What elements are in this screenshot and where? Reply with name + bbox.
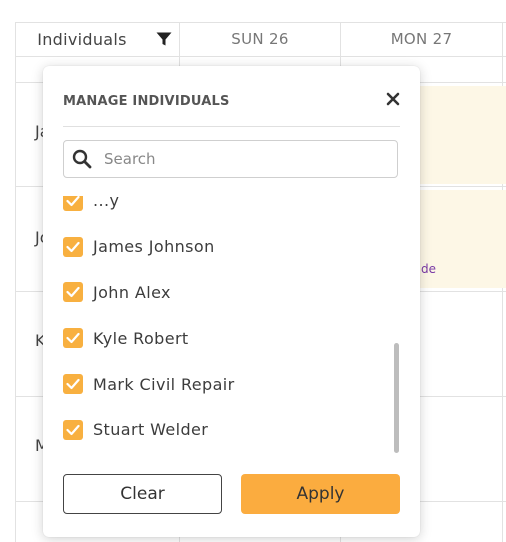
checkbox[interactable] <box>63 328 83 349</box>
checkbox[interactable] <box>63 419 83 440</box>
list-item-label: Kyle Robert <box>93 328 189 348</box>
check-icon <box>66 196 80 206</box>
column-header-sun-26: SUN 26 <box>231 30 289 48</box>
check-icon <box>66 241 80 252</box>
list-item[interactable]: Stuart Welder <box>58 407 398 453</box>
divider <box>63 126 400 127</box>
list-item[interactable]: Kyle Robert <box>58 315 398 361</box>
checkbox[interactable] <box>63 282 83 303</box>
check-icon <box>66 424 80 435</box>
checkbox[interactable] <box>63 196 83 211</box>
list-item-label: Mark Civil Repair <box>93 374 235 394</box>
individuals-list[interactable]: ...y James Johnson John Alex Kyle Robert… <box>58 196 398 458</box>
scrollbar-thumb[interactable] <box>394 343 399 453</box>
list-item-label: James Johnson <box>93 237 215 257</box>
search-input[interactable] <box>102 149 386 169</box>
manage-individuals-modal: MANAGE INDIVIDUALS ...y <box>43 66 420 537</box>
close-icon <box>386 92 400 106</box>
check-icon <box>66 378 80 390</box>
list-item[interactable]: James Johnson <box>58 224 398 270</box>
list-item[interactable]: Mark Civil Repair <box>58 361 398 407</box>
check-icon <box>66 287 80 298</box>
clear-button[interactable]: Clear <box>63 474 222 514</box>
individuals-header: Individuals <box>15 22 179 56</box>
search-icon <box>72 149 92 169</box>
checkbox[interactable] <box>63 236 83 257</box>
check-icon <box>66 333 80 344</box>
close-button[interactable] <box>382 88 404 110</box>
list-item[interactable]: John Alex <box>58 270 398 316</box>
individuals-header-label: Individuals <box>37 29 127 49</box>
event-text: de <box>421 262 436 276</box>
column-header-mon-27: MON 27 <box>390 30 453 48</box>
search-box[interactable] <box>63 140 398 178</box>
apply-button[interactable]: Apply <box>241 474 400 514</box>
grid-line <box>15 56 506 57</box>
list-item[interactable]: ...y <box>58 196 398 224</box>
grid-line <box>15 22 16 542</box>
list-item-label: Stuart Welder <box>93 420 209 440</box>
checkbox[interactable] <box>63 374 83 395</box>
list-item-label: ...y <box>93 196 120 211</box>
filter-icon[interactable] <box>156 31 172 47</box>
modal-title: MANAGE INDIVIDUALS <box>63 94 230 109</box>
list-item-label: John Alex <box>93 282 171 302</box>
